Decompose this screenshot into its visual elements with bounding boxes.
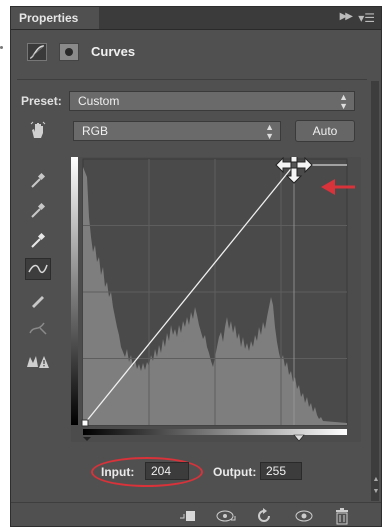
clip-to-layer-icon[interactable]	[177, 506, 199, 526]
preset-label: Preset:	[21, 94, 62, 108]
reset-icon[interactable]	[253, 506, 275, 526]
curve-point-black[interactable]	[81, 419, 89, 427]
pencil-draw-icon[interactable]	[25, 289, 51, 311]
input-value-field[interactable]: 204	[145, 462, 189, 480]
smooth-curve-icon[interactable]	[25, 317, 51, 339]
adjustment-title: Curves	[91, 44, 136, 59]
gray-point-eyedropper-icon[interactable]	[25, 199, 51, 221]
auto-button[interactable]: Auto	[295, 120, 355, 142]
scroll-up-icon[interactable]: ▲	[371, 475, 381, 485]
scroll-down-icon[interactable]: ▼	[371, 487, 381, 497]
select-arrows-icon: ▲ ▼	[339, 92, 348, 111]
layer-mask-icon[interactable]	[59, 43, 79, 61]
curve-points-icon[interactable]	[25, 258, 51, 280]
properties-panel: Properties ▶▶ ▾☰ Curves Preset: Custom ▲…	[10, 6, 382, 527]
divider	[17, 79, 367, 80]
panel-menu-icon[interactable]: ▾☰	[358, 11, 375, 25]
preset-select[interactable]: Custom ▲ ▼	[69, 91, 355, 111]
black-point-eyedropper-icon[interactable]	[25, 169, 51, 191]
output-label: Output:	[213, 465, 257, 479]
channel-select[interactable]: RGB ▲ ▼	[73, 121, 281, 141]
clipping-warning-icon[interactable]	[25, 350, 51, 372]
toggle-visibility-icon[interactable]	[293, 506, 315, 526]
delete-icon[interactable]	[331, 506, 353, 526]
view-previous-state-icon[interactable]	[215, 506, 237, 526]
on-image-adjust-hand-icon[interactable]	[25, 119, 51, 141]
preset-value: Custom	[78, 94, 120, 108]
panel-bottom-bar	[11, 502, 381, 529]
output-value-field[interactable]: 255	[260, 462, 302, 480]
input-gradient-bar	[83, 429, 347, 435]
output-gradient-bar	[71, 157, 78, 425]
curves-adjustment-icon	[27, 43, 47, 61]
white-point-eyedropper-icon[interactable]	[25, 229, 51, 251]
margin-dot	[0, 46, 3, 49]
double-chevron-right-icon[interactable]: ▶▶	[340, 11, 353, 22]
channel-value: RGB	[82, 124, 109, 138]
input-label: Input:	[101, 465, 135, 479]
select-arrows-icon: ▲ ▼	[265, 122, 274, 141]
tab-properties[interactable]: Properties	[11, 7, 99, 29]
panel-scrollbar[interactable]	[371, 81, 379, 501]
panel-tab-bar: Properties ▶▶ ▾☰	[11, 7, 381, 30]
curves-graph[interactable]	[71, 157, 361, 442]
